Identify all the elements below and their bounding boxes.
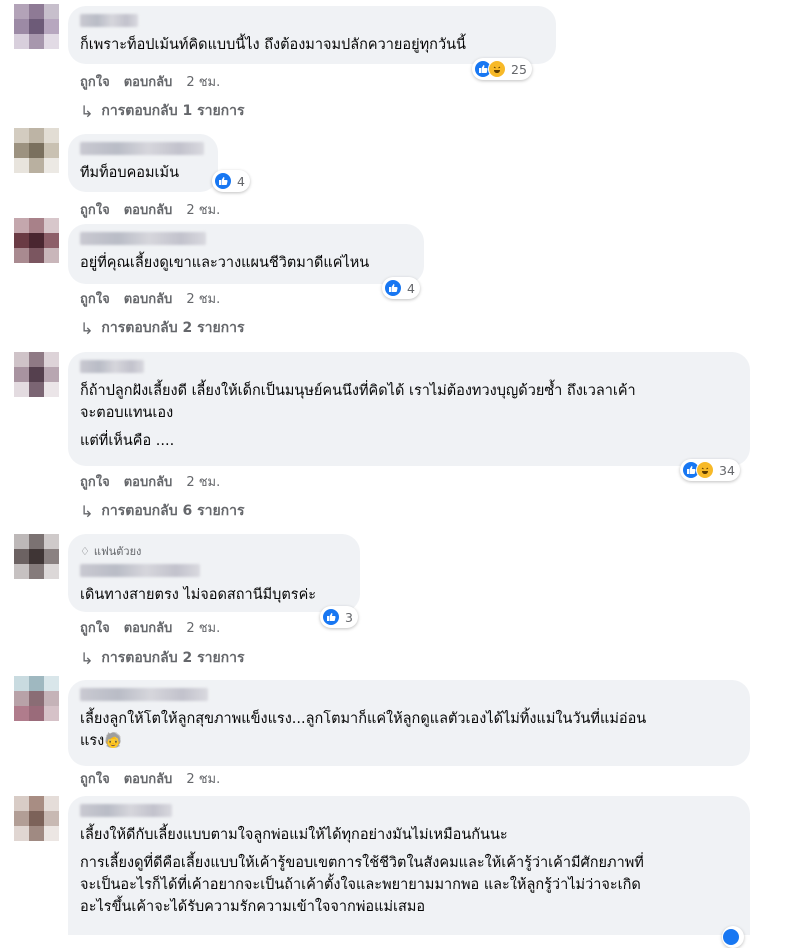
top-fan-badge: ♢ แฟนตัวยง <box>80 542 348 560</box>
thumbs-up-icon <box>322 608 340 626</box>
reaction-summary[interactable]: 34 <box>680 459 740 481</box>
reaction-count: 25 <box>511 61 527 77</box>
comment-actions: ถูกใจ ตอบกลับ 2 ชม. <box>80 71 220 92</box>
reply-button[interactable]: ตอบกลับ <box>124 617 173 638</box>
thumbs-up-icon <box>722 928 740 946</box>
commenter-name[interactable] <box>80 142 204 155</box>
reply-arrow-icon: ↳ <box>80 318 94 338</box>
comment-bubble: เลี้ยงให้ดีกับเลี้ยงแบบตามใจลูกพ่อแม่ให้… <box>68 796 750 935</box>
comment-text: ก็ถ้าปลูกฝังเลี้ยงดี เลี้ยงให้เด็กเป็นมน… <box>80 383 636 421</box>
commenter-name[interactable] <box>80 804 172 817</box>
comment-text: ทีมท็อบคอมเม้น <box>80 165 179 181</box>
reply-arrow-icon: ↳ <box>80 101 94 121</box>
timestamp[interactable]: 2 ชม. <box>186 71 220 92</box>
avatar[interactable] <box>14 676 60 722</box>
reaction-count: 34 <box>719 462 735 478</box>
view-replies-link[interactable]: ↳ การตอบกลับ 6 รายการ <box>80 500 245 522</box>
like-button[interactable]: ถูกใจ <box>80 617 110 638</box>
reaction-summary-partial[interactable] <box>722 926 744 948</box>
comment-text: แต่ที่เห็นคือ .... <box>80 433 175 449</box>
like-button[interactable]: ถูกใจ <box>80 471 110 492</box>
commenter-name[interactable] <box>80 360 144 373</box>
replies-count-label: การตอบกลับ 6 รายการ <box>101 503 245 519</box>
thumbs-up-icon <box>384 279 402 297</box>
commenter-name[interactable] <box>80 564 200 577</box>
comment-text-wrap: เลี้ยงลูกให้โตให้ลูกสุขภาพแข็งแรง...ลูกโ… <box>80 708 738 752</box>
comment-bubble: ทีมท็อบคอมเม้น <box>68 134 218 192</box>
view-replies-link[interactable]: ↳ การตอบกลับ 2 รายการ <box>80 317 245 339</box>
commenter-name[interactable] <box>80 14 138 27</box>
reply-arrow-icon: ↳ <box>80 648 94 668</box>
comment-text: การเลี้ยงดูที่ดีคือเลี้ยงแบบให้เค้ารู้ขอ… <box>80 855 644 915</box>
replies-count-label: การตอบกลับ 1 รายการ <box>101 103 245 119</box>
avatar[interactable] <box>14 218 60 264</box>
commenter-name[interactable] <box>80 232 206 245</box>
like-button[interactable]: ถูกใจ <box>80 768 110 789</box>
avatar[interactable] <box>14 4 60 50</box>
badge-label: แฟนตัวยง <box>93 545 142 558</box>
view-replies-link[interactable]: ↳ การตอบกลับ 2 รายการ <box>80 647 245 669</box>
comment-bubble: ♢ แฟนตัวยง เดินทางสายตรง ไม่จอดสถานีมีบุ… <box>68 534 360 612</box>
comment-actions: ถูกใจ ตอบกลับ 2 ชม. <box>80 617 220 638</box>
face-with-hat-emoji-icon: 🧓 <box>104 733 123 749</box>
avatar[interactable] <box>14 128 60 174</box>
reply-button[interactable]: ตอบกลับ <box>124 199 173 220</box>
reply-arrow-icon: ↳ <box>80 501 94 521</box>
laughing-face-icon <box>696 461 714 479</box>
reaction-summary[interactable]: 4 <box>382 277 420 299</box>
reply-button[interactable]: ตอบกลับ <box>124 71 173 92</box>
comment-text: เดินทางสายตรง ไม่จอดสถานีมีบุตรค่ะ <box>80 587 317 603</box>
comment-text: เลี้ยงให้ดีกับเลี้ยงแบบตามใจลูกพ่อแม่ให้… <box>80 827 508 843</box>
comment-actions: ถูกใจ ตอบกลับ 2 ชม. <box>80 288 220 309</box>
like-button[interactable]: ถูกใจ <box>80 288 110 309</box>
comment-actions: ถูกใจ ตอบกลับ 2 ชม. <box>80 471 220 492</box>
timestamp[interactable]: 2 ชม. <box>186 471 220 492</box>
reaction-summary[interactable]: 25 <box>472 58 532 80</box>
comment-actions: ถูกใจ ตอบกลับ 2 ชม. <box>80 199 220 220</box>
comment-actions: ถูกใจ ตอบกลับ 2 ชม. <box>80 768 220 789</box>
reply-button[interactable]: ตอบกลับ <box>124 288 173 309</box>
reply-button[interactable]: ตอบกลับ <box>124 471 173 492</box>
avatar[interactable] <box>14 796 60 842</box>
reaction-count: 3 <box>345 609 353 625</box>
comment-bubble: เลี้ยงลูกให้โตให้ลูกสุขภาพแข็งแรง...ลูกโ… <box>68 680 750 766</box>
view-replies-link[interactable]: ↳ การตอบกลับ 1 รายการ <box>80 100 245 122</box>
comment-bubble: ก็ถ้าปลูกฝังเลี้ยงดี เลี้ยงให้เด็กเป็นมน… <box>68 352 750 466</box>
reaction-count: 4 <box>237 173 245 189</box>
reaction-count: 4 <box>407 280 415 296</box>
thumbs-up-icon <box>214 172 232 190</box>
comment-text: ก็เพราะท็อปเม้นท์คิดแบบนี้ไง ถึงต้องมาจม… <box>80 37 466 53</box>
laughing-face-icon <box>488 60 506 78</box>
comment-text: อยู่ที่คุณเลี้ยงดูเขาและวางแผนชีวิตมาดีแ… <box>80 255 370 271</box>
reaction-summary[interactable]: 3 <box>320 606 358 628</box>
reaction-summary[interactable]: 4 <box>212 170 250 192</box>
replies-count-label: การตอบกลับ 2 รายการ <box>101 320 245 336</box>
timestamp[interactable]: 2 ชม. <box>186 617 220 638</box>
comment-bubble: ก็เพราะท็อปเม้นท์คิดแบบนี้ไง ถึงต้องมาจม… <box>68 6 556 64</box>
diamond-icon: ♢ <box>80 544 90 558</box>
timestamp[interactable]: 2 ชม. <box>186 199 220 220</box>
reply-button[interactable]: ตอบกลับ <box>124 768 173 789</box>
timestamp[interactable]: 2 ชม. <box>186 288 220 309</box>
like-button[interactable]: ถูกใจ <box>80 71 110 92</box>
comment-text: เลี้ยงลูกให้โตให้ลูกสุขภาพแข็งแรง...ลูกโ… <box>80 711 647 749</box>
comment-bubble: อยู่ที่คุณเลี้ยงดูเขาและวางแผนชีวิตมาดีแ… <box>68 224 424 284</box>
avatar[interactable] <box>14 352 60 398</box>
replies-count-label: การตอบกลับ 2 รายการ <box>101 650 245 666</box>
commenter-name[interactable] <box>80 688 208 701</box>
like-button[interactable]: ถูกใจ <box>80 199 110 220</box>
avatar[interactable] <box>14 534 60 580</box>
timestamp[interactable]: 2 ชม. <box>186 768 220 789</box>
